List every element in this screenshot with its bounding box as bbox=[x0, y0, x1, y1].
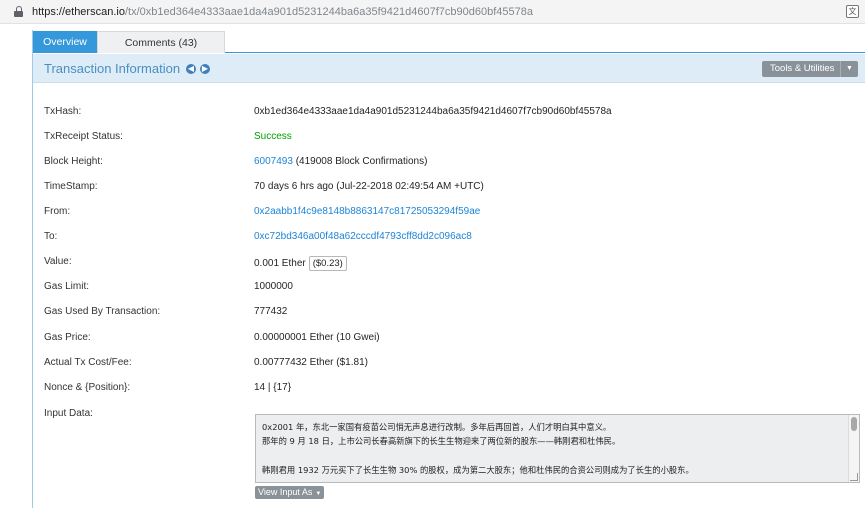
section-header: Transaction Information ◀ ▶ Tools & Util… bbox=[33, 54, 865, 83]
gas-limit-label: Gas Limit: bbox=[44, 281, 90, 292]
row-nonce: Nonce & {Position}: 14 | {17} bbox=[33, 381, 865, 397]
row-gas-price: Gas Price: 0.00000001 Ether (10 Gwei) bbox=[33, 331, 865, 347]
txhash-value: 0xb1ed364e4333aae1da4a901d5231244ba6a35f… bbox=[254, 106, 612, 117]
row-timestamp: TimeStamp: 70 days 6 hrs ago (Jul-22-201… bbox=[33, 180, 865, 196]
block-number-link[interactable]: 6007493 bbox=[254, 156, 293, 167]
value-usd-badge: ($0.23) bbox=[308, 256, 347, 271]
status-value: Success bbox=[254, 131, 292, 142]
tools-utilities-label: Tools & Utilities bbox=[770, 63, 835, 74]
gas-used-label: Gas Used By Transaction: bbox=[44, 306, 161, 317]
address-bar[interactable]: https://etherscan.io/tx/0xb1ed364e4333aa… bbox=[0, 0, 865, 24]
caret-down-icon: ▼ bbox=[840, 61, 858, 77]
gas-price-value: 0.00000001 Ether (10 Gwei) bbox=[254, 332, 380, 343]
row-gas-used: Gas Used By Transaction: 777432 bbox=[33, 305, 865, 321]
url-host: https://etherscan.io bbox=[32, 6, 125, 18]
value-amount-wrap: 0.001 Ether ($0.23) bbox=[254, 256, 347, 271]
block-height-label: Block Height: bbox=[44, 156, 103, 167]
tab-comments[interactable]: Comments (43) bbox=[97, 31, 225, 53]
txhash-label: TxHash: bbox=[44, 106, 82, 117]
value-amount: 0.001 Ether bbox=[254, 258, 306, 269]
fee-value: 0.00777432 Ether ($1.81) bbox=[254, 357, 368, 368]
scrollbar[interactable] bbox=[848, 415, 859, 482]
gas-used-value: 777432 bbox=[254, 306, 288, 317]
nonce-value: 14 | {17} bbox=[254, 382, 292, 393]
row-from: From: 0x2aabb1f4c9e8148b8863147c81725053… bbox=[33, 205, 865, 221]
translate-icon[interactable]: 文 bbox=[846, 5, 859, 18]
url-text[interactable]: https://etherscan.io/tx/0xb1ed364e4333aa… bbox=[32, 5, 533, 19]
tab-overview[interactable]: Overview bbox=[33, 31, 97, 53]
gas-limit-value: 1000000 bbox=[254, 281, 293, 292]
chevron-right-circle-icon[interactable]: ▶ bbox=[200, 64, 210, 74]
from-address-link[interactable]: 0x2aabb1f4c9e8148b8863147c81725053294f59… bbox=[254, 206, 480, 217]
block-height-value: 6007493 (419008 Block Confirmations) bbox=[254, 156, 427, 167]
row-txhash: TxHash: 0xb1ed364e4333aae1da4a901d523124… bbox=[33, 105, 865, 121]
tab-bar: Overview Comments (43) bbox=[33, 30, 865, 53]
input-line: 那年的 9 月 18 日，上市公司长春高新旗下的长生生物迎来了两位新的股东——韩… bbox=[262, 436, 621, 447]
row-status: TxReceipt Status: Success bbox=[33, 130, 865, 146]
timestamp-label: TimeStamp: bbox=[44, 181, 98, 192]
input-data-text: 0x2001 年，东北一家国有疫苗公司悄无声息进行改制。多年后再回首，人们才明白… bbox=[262, 420, 694, 477]
timestamp-value: 70 days 6 hrs ago (Jul-22-2018 02:49:54 … bbox=[254, 181, 484, 192]
status-label: TxReceipt Status: bbox=[44, 131, 123, 142]
page-title: Transaction Information bbox=[44, 61, 181, 76]
resize-grip-icon[interactable] bbox=[850, 473, 858, 481]
from-label: From: bbox=[44, 206, 71, 217]
gas-price-label: Gas Price: bbox=[44, 332, 91, 343]
value-label: Value: bbox=[44, 256, 72, 267]
row-fee: Actual Tx Cost/Fee: 0.00777432 Ether ($1… bbox=[33, 356, 865, 372]
block-confirmations: (419008 Block Confirmations) bbox=[292, 156, 428, 167]
input-line bbox=[262, 449, 694, 463]
input-data-textarea[interactable]: 0x2001 年，东北一家国有疫苗公司悄无声息进行改制。多年后再回首，人们才明白… bbox=[255, 414, 860, 483]
row-block-height: Block Height: 6007493 (419008 Block Conf… bbox=[33, 155, 865, 171]
url-path: /tx/0xb1ed364e4333aae1da4a901d5231244ba6… bbox=[124, 6, 533, 18]
view-input-as-button[interactable]: View Input As ▼ bbox=[255, 486, 324, 499]
caret-down-icon: ▼ bbox=[315, 491, 322, 497]
tools-utilities-button[interactable]: Tools & Utilities ▼ bbox=[762, 61, 858, 77]
transaction-panel: Overview Comments (43) Transaction Infor… bbox=[32, 30, 865, 508]
to-label: To: bbox=[44, 231, 58, 242]
to-address-link[interactable]: 0xc72bd346a00f48a62cccdf4793cff8dd2c096a… bbox=[254, 231, 472, 242]
input-data-label: Input Data: bbox=[44, 408, 93, 419]
row-value: Value: 0.001 Ether ($0.23) bbox=[33, 255, 865, 271]
row-to: To: 0xc72bd346a00f48a62cccdf4793cff8dd2c… bbox=[33, 230, 865, 246]
lock-icon bbox=[14, 6, 23, 17]
input-line: 0x2001 年，东北一家国有疫苗公司悄无声息进行改制。多年后再回首，人们才明白… bbox=[262, 422, 612, 432]
input-line: 韩刚君用 1932 万元买下了长生生物 30% 的股权，成为第二大股东；他和杜伟… bbox=[262, 464, 694, 475]
row-gas-limit: Gas Limit: 1000000 bbox=[33, 280, 865, 296]
nonce-label: Nonce & {Position}: bbox=[44, 382, 131, 393]
chevron-left-circle-icon[interactable]: ◀ bbox=[186, 64, 196, 74]
view-input-as-label: View Input As bbox=[258, 487, 313, 497]
fee-label: Actual Tx Cost/Fee: bbox=[44, 357, 132, 368]
scrollbar-thumb[interactable] bbox=[851, 417, 857, 431]
